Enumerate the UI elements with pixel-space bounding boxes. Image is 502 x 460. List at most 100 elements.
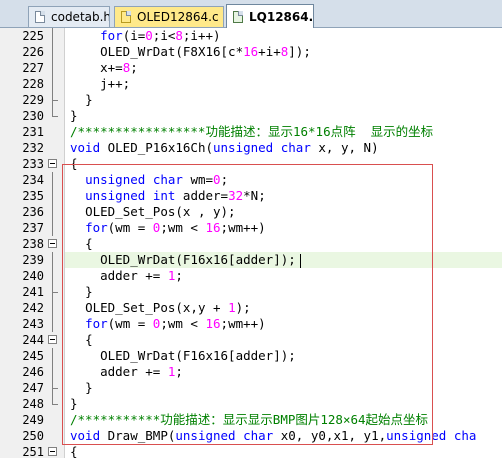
fold-guide [49, 364, 57, 380]
line-number: 233 [22, 157, 44, 171]
fold-guide [49, 204, 57, 220]
editor-tab-bar: codetab.h OLED12864.c LQ12864.h [0, 0, 502, 28]
line-number: 249 [22, 413, 44, 427]
line-number: 228 [22, 77, 44, 91]
line-number: 241 [22, 285, 44, 299]
code-line[interactable]: 232 void OLED_P16x16Ch(unsigned char x, … [0, 140, 502, 156]
code-line[interactable]: 227 x+=8; [0, 60, 502, 76]
line-number: 240 [22, 269, 44, 283]
code-line[interactable]: 231 /*****************功能描述：显示16*16点阵 显示的… [0, 124, 502, 140]
code-text: } [70, 108, 78, 123]
code-line[interactable]: 245 OLED_WrDat(F16x16[adder]); [0, 348, 502, 364]
code-line[interactable]: 235 unsigned int adder=32*N; [0, 188, 502, 204]
code-text: adder += 1; [100, 268, 183, 283]
text-cursor [299, 253, 301, 268]
code-editor[interactable]: 225 for(i=0;i<8;i++) 226 OLED_WrDat(F8X1… [0, 28, 502, 459]
code-text: OLED_WrDat(F8X16[c*16+i+8]); [100, 44, 311, 59]
code-text: void OLED_P16x16Ch(unsigned char x, y, N… [70, 140, 379, 155]
code-text: OLED_Set_Pos(x , y); [85, 204, 236, 219]
code-text: OLED_WrDat(F16x16[adder]); [100, 348, 296, 363]
fold-guide [49, 188, 57, 204]
code-text: { [70, 156, 78, 171]
code-line-current[interactable]: 239 OLED_WrDat(F16x16[adder]); [0, 252, 502, 268]
code-text: { [85, 332, 93, 347]
code-line[interactable]: 236 OLED_Set_Pos(x , y); [0, 204, 502, 220]
code-text: x+=8; [100, 60, 138, 75]
code-line[interactable]: 237 for(wm = 0;wm < 16;wm++) [0, 220, 502, 236]
code-line[interactable]: 233 { [0, 156, 502, 172]
line-number: 243 [22, 317, 44, 331]
fold-guide [49, 220, 57, 236]
fold-guide [49, 316, 57, 332]
tab-label: LQ12864.h [249, 10, 314, 24]
code-line[interactable]: 229 } [0, 92, 502, 108]
code-text: unsigned int adder=32*N; [85, 188, 266, 203]
code-line[interactable]: 226 OLED_WrDat(F8X16[c*16+i+8]); [0, 44, 502, 60]
code-line[interactable]: 241 } [0, 284, 502, 300]
code-text: j++; [100, 76, 131, 91]
code-text: } [70, 396, 78, 411]
fold-end [49, 108, 58, 124]
line-number: 236 [22, 205, 44, 219]
code-text: OLED_WrDat(F16x16[adder]); [70, 252, 301, 268]
tab-label: OLED12864.c [137, 10, 219, 24]
fold-guide [49, 300, 57, 316]
fold-end [49, 92, 58, 108]
code-line[interactable]: 234 unsigned char wm=0; [0, 172, 502, 188]
fold-end [49, 284, 58, 300]
code-line[interactable]: 228 j++; [0, 76, 502, 92]
code-line[interactable]: 240 adder += 1; [0, 268, 502, 284]
tab-oled12864-c[interactable]: OLED12864.c [114, 6, 224, 27]
code-text: for(wm = 0;wm < 16;wm++) [85, 220, 266, 235]
code-text: adder += 1; [100, 364, 183, 379]
code-line[interactable]: 230 } [0, 108, 502, 124]
code-line[interactable]: 238 { [0, 236, 502, 252]
fold-toggle[interactable] [48, 236, 57, 252]
fold-toggle[interactable] [48, 332, 57, 348]
code-line[interactable]: 247 } [0, 380, 502, 396]
line-number: 239 [22, 253, 44, 267]
code-line[interactable]: 248 } [0, 396, 502, 412]
line-number: 237 [22, 221, 44, 235]
code-text: OLED_Set_Pos(x,y + 1); [85, 300, 251, 315]
tab-label: codetab.h [51, 10, 110, 24]
fold-guide [49, 348, 57, 364]
comment-text: /***********功能描述：显示显示BMP图片128×64起始点坐标 [70, 412, 429, 427]
fold-guide [49, 268, 57, 284]
fold-guide [49, 76, 57, 92]
fold-end [49, 380, 58, 396]
code-text: } [85, 92, 93, 107]
file-icon [35, 11, 45, 23]
line-number: 248 [22, 397, 44, 411]
code-text: void Draw_BMP(unsigned char x0, y0,x1, y… [70, 428, 477, 443]
fold-guide [49, 60, 57, 76]
line-number: 226 [22, 45, 44, 59]
code-line[interactable]: 250 void Draw_BMP(unsigned char x0, y0,x… [0, 428, 502, 444]
code-text: for(i=0;i<8;i++) [100, 28, 221, 43]
line-number: 247 [22, 381, 44, 395]
code-line[interactable]: 246 adder += 1; [0, 364, 502, 380]
code-line[interactable]: 225 for(i=0;i<8;i++) [0, 28, 502, 44]
code-line[interactable]: 243 for(wm = 0;wm < 16;wm++) [0, 316, 502, 332]
line-number: 246 [22, 365, 44, 379]
line-number: 231 [22, 125, 44, 139]
line-number: 250 [22, 429, 44, 443]
fold-guide [49, 172, 57, 188]
line-number: 238 [22, 237, 44, 251]
tab-codetab-h[interactable]: codetab.h [28, 6, 110, 27]
code-line[interactable]: 244 { [0, 332, 502, 348]
fold-toggle[interactable] [48, 156, 57, 172]
code-line[interactable]: 242 OLED_Set_Pos(x,y + 1); [0, 300, 502, 316]
code-line[interactable]: 249 /***********功能描述：显示显示BMP图片128×64起始点坐… [0, 412, 502, 428]
fold-guide [49, 28, 57, 44]
code-text: { [85, 236, 93, 251]
code-text: } [85, 380, 93, 395]
tab-lq12864-h[interactable]: LQ12864.h [226, 4, 314, 28]
line-number: 225 [22, 29, 44, 43]
line-number: 227 [22, 61, 44, 75]
code-text: for(wm = 0;wm < 16;wm++) [85, 316, 266, 331]
line-number: 245 [22, 349, 44, 363]
fold-guide [49, 44, 57, 60]
line-number: 230 [22, 109, 44, 123]
line-number: 242 [22, 301, 44, 315]
